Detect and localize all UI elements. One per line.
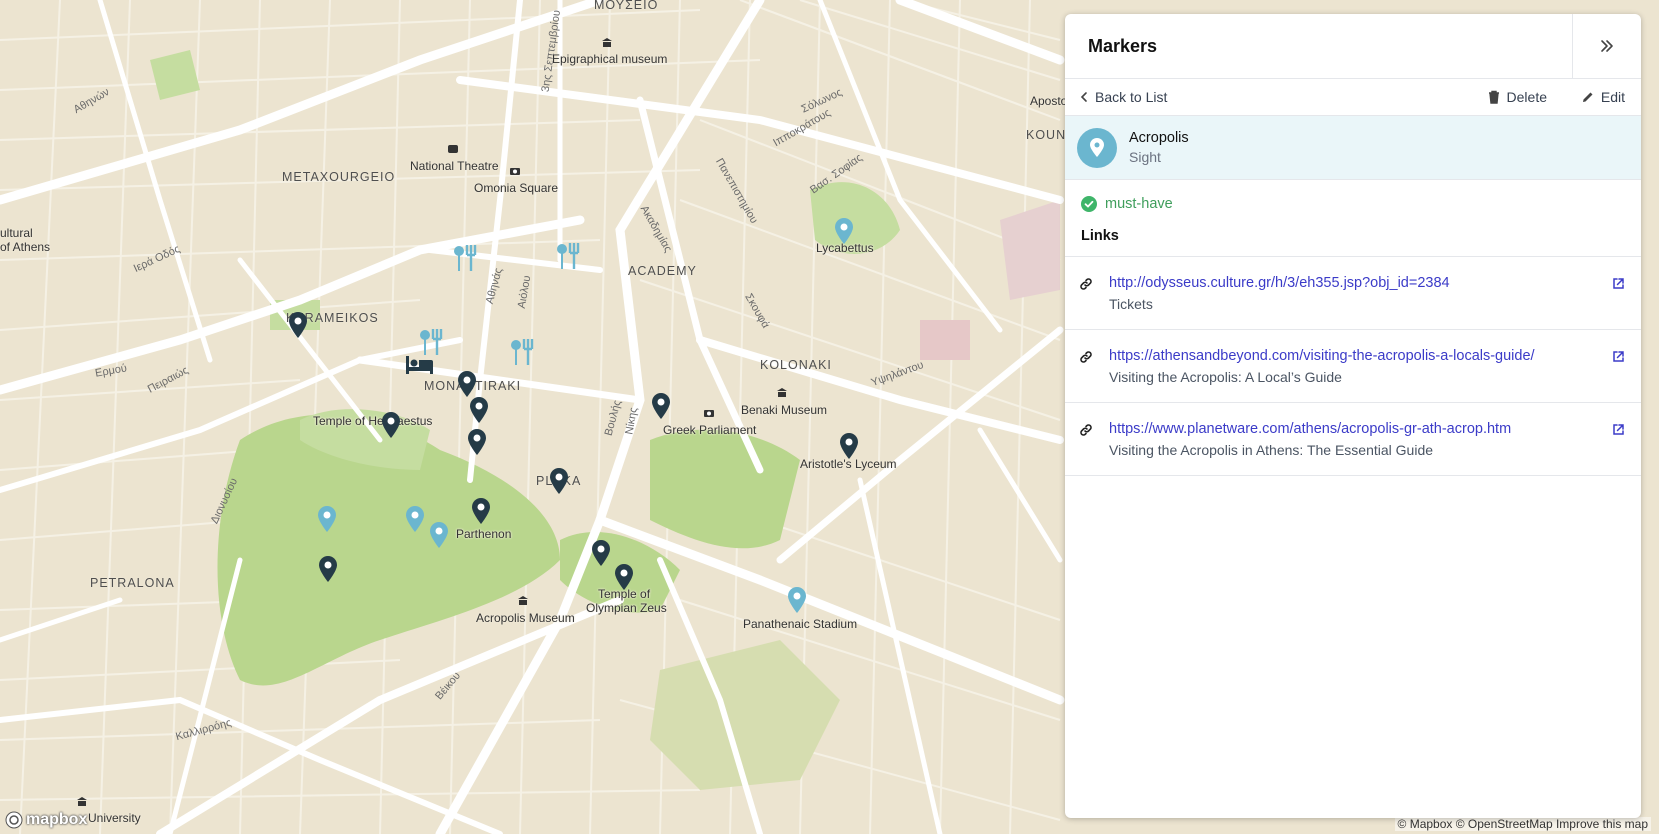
district-kolonaki: KOLONAKI — [760, 358, 832, 372]
chevron-left-icon — [1080, 92, 1087, 102]
label-apostol: Aposto — [1030, 94, 1068, 108]
theatre-icon — [448, 145, 458, 153]
delete-label: Delete — [1506, 89, 1547, 105]
map-attribution[interactable]: © Mapbox © OpenStreetMap Improve this ma… — [1394, 817, 1651, 831]
marker-avatar — [1077, 127, 1117, 168]
mapbox-logo-text: mapbox — [26, 811, 88, 828]
link-row[interactable]: https://www.planetware.com/athens/acropo… — [1065, 403, 1641, 476]
label-cultural-1: ultural — [0, 226, 33, 240]
marker-pin-dark[interactable] — [470, 497, 492, 525]
link-icon — [1080, 278, 1092, 290]
marker-pin-dark[interactable] — [380, 411, 402, 439]
marker-pin-light[interactable] — [786, 586, 808, 614]
link-description: Visiting the Acropolis in Athens: The Es… — [1109, 442, 1434, 458]
restaurant-icon[interactable] — [555, 241, 583, 271]
edit-button[interactable]: Edit — [1581, 89, 1625, 105]
mapbox-logo-icon — [5, 811, 23, 829]
label-olympian-zeus-2: Olympian Zeus — [586, 601, 667, 615]
museum-icon — [77, 797, 87, 806]
back-to-list-label: Back to List — [1095, 89, 1168, 105]
restaurant-icon[interactable] — [418, 327, 446, 357]
label-national-theatre: National Theatre — [410, 159, 499, 173]
district-academy: ACADEMY — [628, 264, 697, 278]
pencil-icon — [1582, 92, 1593, 102]
marker-pin-dark[interactable] — [317, 555, 339, 583]
museum-icon — [602, 38, 612, 47]
link-url[interactable]: https://www.planetware.com/athens/acropo… — [1109, 421, 1511, 437]
detail-toolbar: Back to List Delete Edit — [1065, 79, 1641, 116]
label-cultural-2: of Athens — [0, 240, 51, 254]
delete-button[interactable]: Delete — [1487, 89, 1547, 105]
marker-pin-dark[interactable] — [613, 563, 635, 591]
mapbox-logo[interactable]: mapbox — [5, 811, 87, 829]
trash-icon — [1488, 90, 1499, 104]
selected-marker[interactable]: Acropolis Sight — [1065, 116, 1641, 180]
markers-panel: Markers Back to List Delete Edit Acropol… — [1065, 14, 1641, 818]
link-row[interactable]: https://athensandbeyond.com/visiting-the… — [1065, 330, 1641, 403]
label-panathenaic-stadium: Panathenaic Stadium — [743, 617, 858, 631]
marker-name: Acropolis — [1129, 130, 1189, 146]
collapse-panel-button[interactable] — [1572, 14, 1641, 78]
links-heading: Links — [1081, 228, 1119, 244]
label-parthenon: Parthenon — [456, 527, 512, 541]
external-link-icon[interactable] — [1612, 423, 1625, 436]
label-temple-hephaestus: Temple of Hephaestus — [313, 414, 433, 428]
marker-pin-dark[interactable] — [650, 392, 672, 420]
camera-icon — [704, 410, 714, 417]
check-circle-icon — [1081, 196, 1097, 212]
tag-label: must-have — [1105, 196, 1173, 212]
links-list: http://odysseus.culture.gr/h/3/eh355.jsp… — [1065, 256, 1641, 476]
marker-pin-dark[interactable] — [590, 539, 612, 567]
marker-type: Sight — [1129, 149, 1161, 165]
restaurant-icon[interactable] — [509, 337, 537, 367]
label-benaki-museum: Benaki Museum — [741, 403, 828, 417]
external-link-icon[interactable] — [1612, 350, 1625, 363]
hotel-bed-icon[interactable] — [405, 354, 435, 376]
district-metaxourgeio: METAXOURGEIO — [282, 170, 396, 184]
label-university: University — [88, 811, 141, 825]
restaurant-icon[interactable] — [452, 243, 480, 273]
marker-pin-light[interactable] — [428, 521, 450, 549]
panel-title: Markers — [1088, 35, 1158, 56]
link-icon — [1080, 351, 1092, 363]
chevrons-right-icon — [1601, 40, 1613, 52]
link-description: Tickets — [1109, 296, 1153, 312]
marker-pin-dark[interactable] — [466, 428, 488, 456]
edit-label: Edit — [1600, 89, 1625, 105]
panel-header: Markers — [1065, 14, 1641, 79]
label-acropolis-museum: Acropolis Museum — [476, 611, 575, 625]
link-url[interactable]: http://odysseus.culture.gr/h/3/eh355.jsp… — [1109, 275, 1450, 291]
museum-icon — [777, 388, 787, 397]
back-to-list-button[interactable]: Back to List — [1079, 89, 1167, 105]
marker-pin-dark[interactable] — [468, 396, 490, 424]
label-epigraphical-museum: Epigraphical museum — [552, 52, 668, 66]
marker-pin-dark[interactable] — [838, 432, 860, 460]
district-koun: KOUN — [1026, 128, 1067, 142]
museum-icon — [518, 596, 528, 605]
camera-icon — [510, 168, 520, 175]
link-description: Visiting the Acropolis: A Local’s Guide — [1109, 369, 1342, 385]
label-omonia-square: Omonia Square — [474, 181, 559, 195]
link-icon — [1080, 424, 1092, 436]
marker-pin-dark[interactable] — [456, 370, 478, 398]
marker-pin-light[interactable] — [316, 505, 338, 533]
marker-pin-light[interactable] — [833, 217, 855, 245]
label-greek-parliament: Greek Parliament — [663, 423, 757, 437]
district-petralona: PETRALONA — [90, 576, 175, 590]
marker-pin-dark[interactable] — [287, 311, 309, 339]
map-pin-icon — [1090, 137, 1104, 157]
must-have-tag: must-have — [1081, 196, 1641, 212]
marker-pin-light[interactable] — [404, 505, 426, 533]
district-mousio: ΜΟΥΣΕΙΟ — [594, 0, 659, 12]
external-link-icon[interactable] — [1612, 277, 1625, 290]
link-url[interactable]: https://athensandbeyond.com/visiting-the… — [1109, 348, 1535, 364]
link-row[interactable]: http://odysseus.culture.gr/h/3/eh355.jsp… — [1065, 257, 1641, 330]
marker-pin-dark[interactable] — [548, 467, 570, 495]
